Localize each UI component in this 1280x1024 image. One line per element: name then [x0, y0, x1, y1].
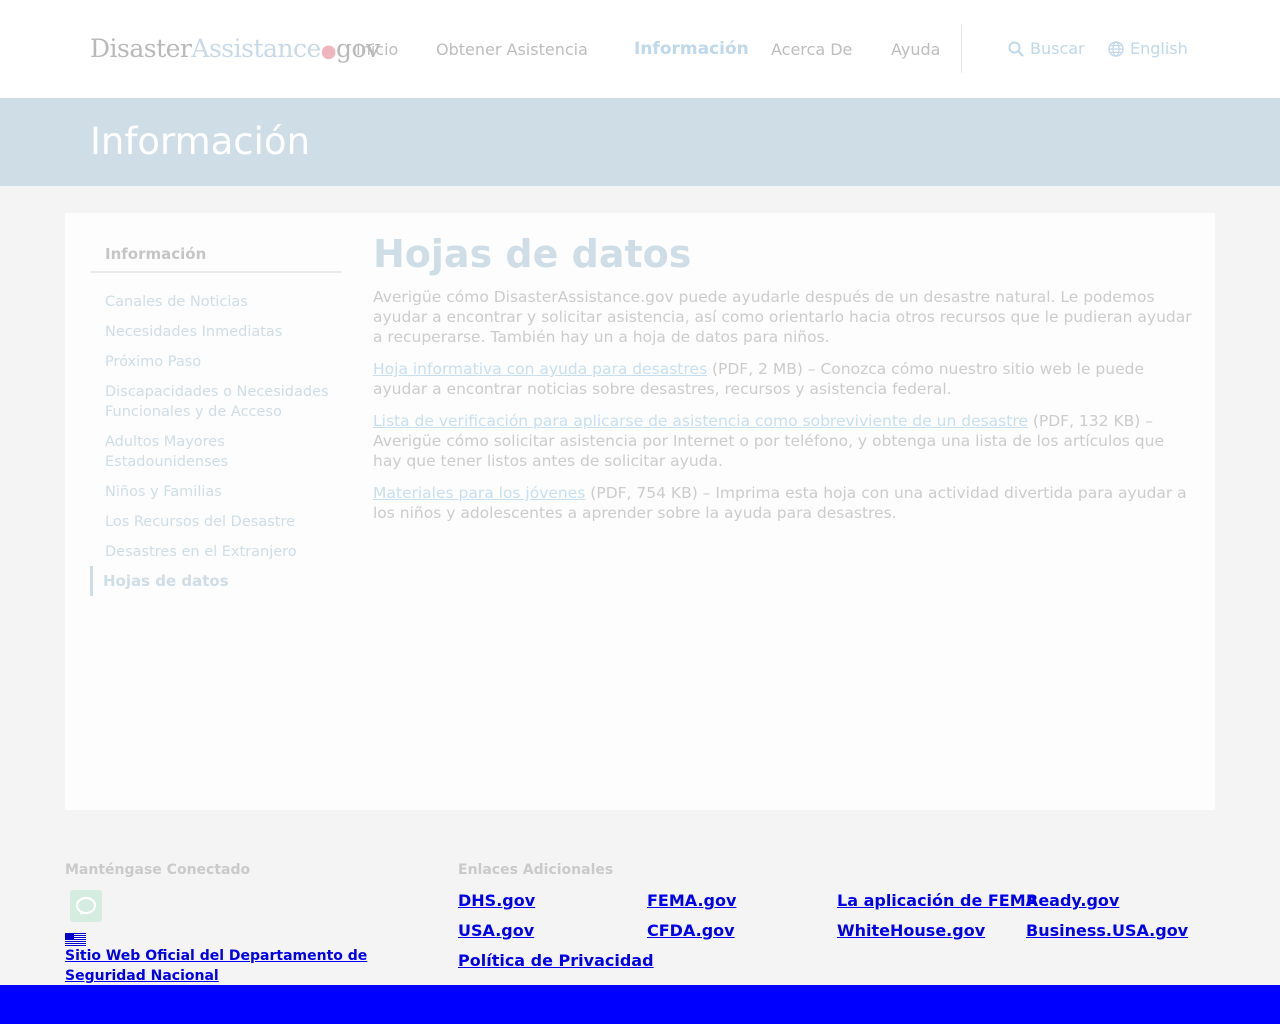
- nav-divider: [961, 25, 962, 73]
- logo-text-disaster: Disaster: [90, 34, 192, 63]
- search-button[interactable]: Buscar: [1008, 39, 1085, 58]
- language-toggle[interactable]: English: [1108, 39, 1188, 58]
- sidebar-item-adultos-mayores[interactable]: Adultos Mayores Estadounidenses: [105, 432, 340, 472]
- intro-paragraph: Averigüe cómo DisasterAssistance.gov pue…: [373, 288, 1192, 346]
- factsheet-item: Materiales para los jóvenes (PDF, 754 KB…: [373, 483, 1193, 523]
- factsheet-link-materiales-jovenes[interactable]: Materiales para los jóvenes: [373, 484, 585, 502]
- nav-informacion[interactable]: Información: [634, 39, 749, 59]
- sidebar-item-hojas-de-datos[interactable]: Hojas de datos: [90, 566, 229, 596]
- footer-link-fema-app[interactable]: La aplicación de FEMA: [837, 891, 1038, 910]
- us-flag-icon: [65, 931, 86, 946]
- logo-text-assistance: Assistance: [191, 34, 321, 63]
- page-title: Hojas de datos: [373, 232, 692, 276]
- sidebar-item-desastres-extranjero[interactable]: Desastres en el Extranjero: [105, 542, 340, 562]
- footer-link-whitehouse[interactable]: WhiteHouse.gov: [837, 921, 985, 940]
- footer-link-usa[interactable]: USA.gov: [458, 921, 534, 940]
- search-icon: [1008, 41, 1024, 57]
- footer-link-fema[interactable]: FEMA.gov: [647, 891, 736, 910]
- footer-link-cfda[interactable]: CFDA.gov: [647, 921, 735, 940]
- nav-acerca-de[interactable]: Acerca De: [771, 40, 852, 59]
- footer-connected-label: Manténgase Conectado: [65, 862, 251, 878]
- factsheet-item: Hoja informativa con ayuda para desastre…: [373, 359, 1193, 399]
- sidebar-item-canales-de-noticias[interactable]: Canales de Noticias: [105, 292, 340, 312]
- sidebar-item-proximo-paso[interactable]: Próximo Paso: [105, 352, 340, 372]
- sidebar-item-necesidades-inmediatas[interactable]: Necesidades Inmediatas: [105, 322, 340, 342]
- sidebar-divider: [90, 271, 342, 273]
- nav-inicio[interactable]: Inicio: [356, 40, 398, 59]
- footer-link-business-usa[interactable]: Business.USA.gov: [1026, 921, 1188, 940]
- factsheet-link-lista-verificacion[interactable]: Lista de verificación para aplicarse de …: [373, 412, 1028, 430]
- bottom-bar: [0, 985, 1280, 1024]
- footer-links-label: Enlaces Adicionales: [458, 862, 614, 878]
- factsheet-link-ayuda-desastres[interactable]: Hoja informativa con ayuda para desastre…: [373, 360, 707, 378]
- nav-obtener-asistencia[interactable]: Obtener Asistencia: [436, 40, 588, 59]
- sidebar-item-ninos-y-familias[interactable]: Niños y Familias: [105, 482, 340, 502]
- sidebar-item-recursos-del-desastre[interactable]: Los Recursos del Desastre: [105, 512, 340, 532]
- footer-link-dhs[interactable]: DHS.gov: [458, 891, 535, 910]
- social-chat-icon[interactable]: [70, 890, 102, 922]
- factsheet-item: Lista de verificación para aplicarse de …: [373, 411, 1193, 471]
- footer-link-privacidad[interactable]: Política de Privacidad: [458, 951, 654, 970]
- sidebar-heading: Información: [105, 245, 207, 263]
- nav-ayuda[interactable]: Ayuda: [891, 40, 940, 59]
- footer-link-ready[interactable]: Ready.gov: [1026, 891, 1119, 910]
- search-label: Buscar: [1030, 39, 1085, 58]
- site-logo[interactable]: DisasterAssistance●gov: [90, 34, 380, 63]
- logo-dot: ●: [320, 41, 337, 62]
- language-label: English: [1130, 39, 1188, 58]
- dhs-official-site-link[interactable]: Sitio Web Oficial del Departamento de Se…: [65, 946, 410, 986]
- globe-icon: [1108, 40, 1124, 57]
- banner-title: Información: [90, 120, 311, 163]
- sidebar-item-discapacidades[interactable]: Discapacidades o Necesidades Funcionales…: [105, 382, 340, 422]
